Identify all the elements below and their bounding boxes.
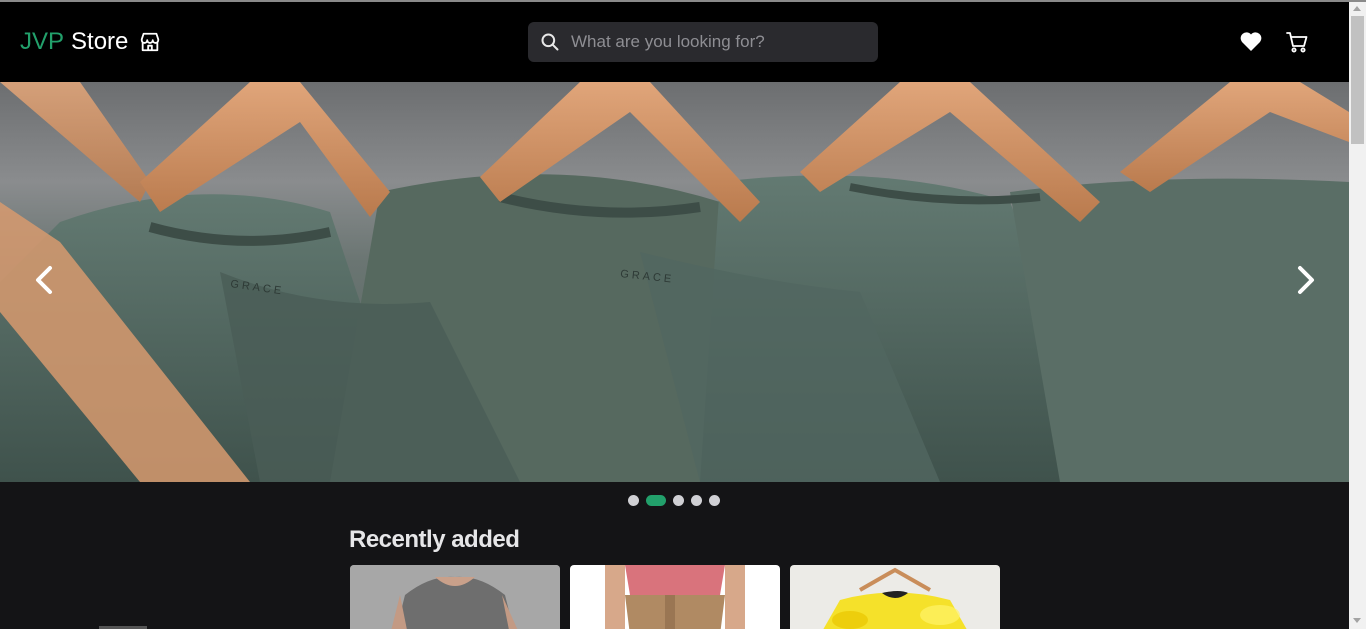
cart-icon[interactable] [1285, 30, 1309, 54]
site-header: JVP Store [0, 2, 1349, 82]
carousel-dot-active[interactable] [646, 495, 666, 506]
product-card[interactable] [350, 565, 560, 629]
search-bar [528, 22, 878, 62]
storefront-icon [141, 32, 160, 52]
search-input[interactable] [571, 32, 861, 52]
recent-products-list [350, 565, 1010, 629]
recently-added-heading: Recently added [349, 526, 520, 553]
carousel-indicators [628, 495, 727, 506]
scroll-up-arrow-icon[interactable] [1353, 6, 1361, 11]
product-image-pink-tshirt [570, 565, 780, 629]
carousel-dot[interactable] [673, 495, 684, 506]
brand-name: JVP [20, 28, 65, 55]
chevron-right-icon[interactable] [1290, 260, 1320, 300]
search-icon[interactable] [540, 32, 560, 52]
scroll-down-arrow-icon[interactable] [1353, 618, 1361, 623]
brand-store-label: Store [71, 28, 129, 55]
product-image-grey-tank-top [350, 565, 560, 629]
chevron-left-icon[interactable] [30, 260, 60, 300]
carousel-dot[interactable] [628, 495, 639, 506]
hero-carousel: GRACE GRACE [0, 82, 1349, 482]
product-card[interactable] [570, 565, 780, 629]
product-image-yellow-tiedye-top [790, 565, 1000, 629]
page-scrollbar[interactable] [1349, 2, 1366, 629]
carousel-dot[interactable] [709, 495, 720, 506]
heart-icon[interactable] [1239, 30, 1263, 52]
hero-image: GRACE GRACE [0, 82, 1349, 482]
store-logo[interactable]: JVP Store [20, 28, 161, 56]
carousel-dot[interactable] [691, 495, 702, 506]
product-card[interactable] [790, 565, 1000, 629]
scrollbar-thumb[interactable] [1351, 16, 1364, 144]
